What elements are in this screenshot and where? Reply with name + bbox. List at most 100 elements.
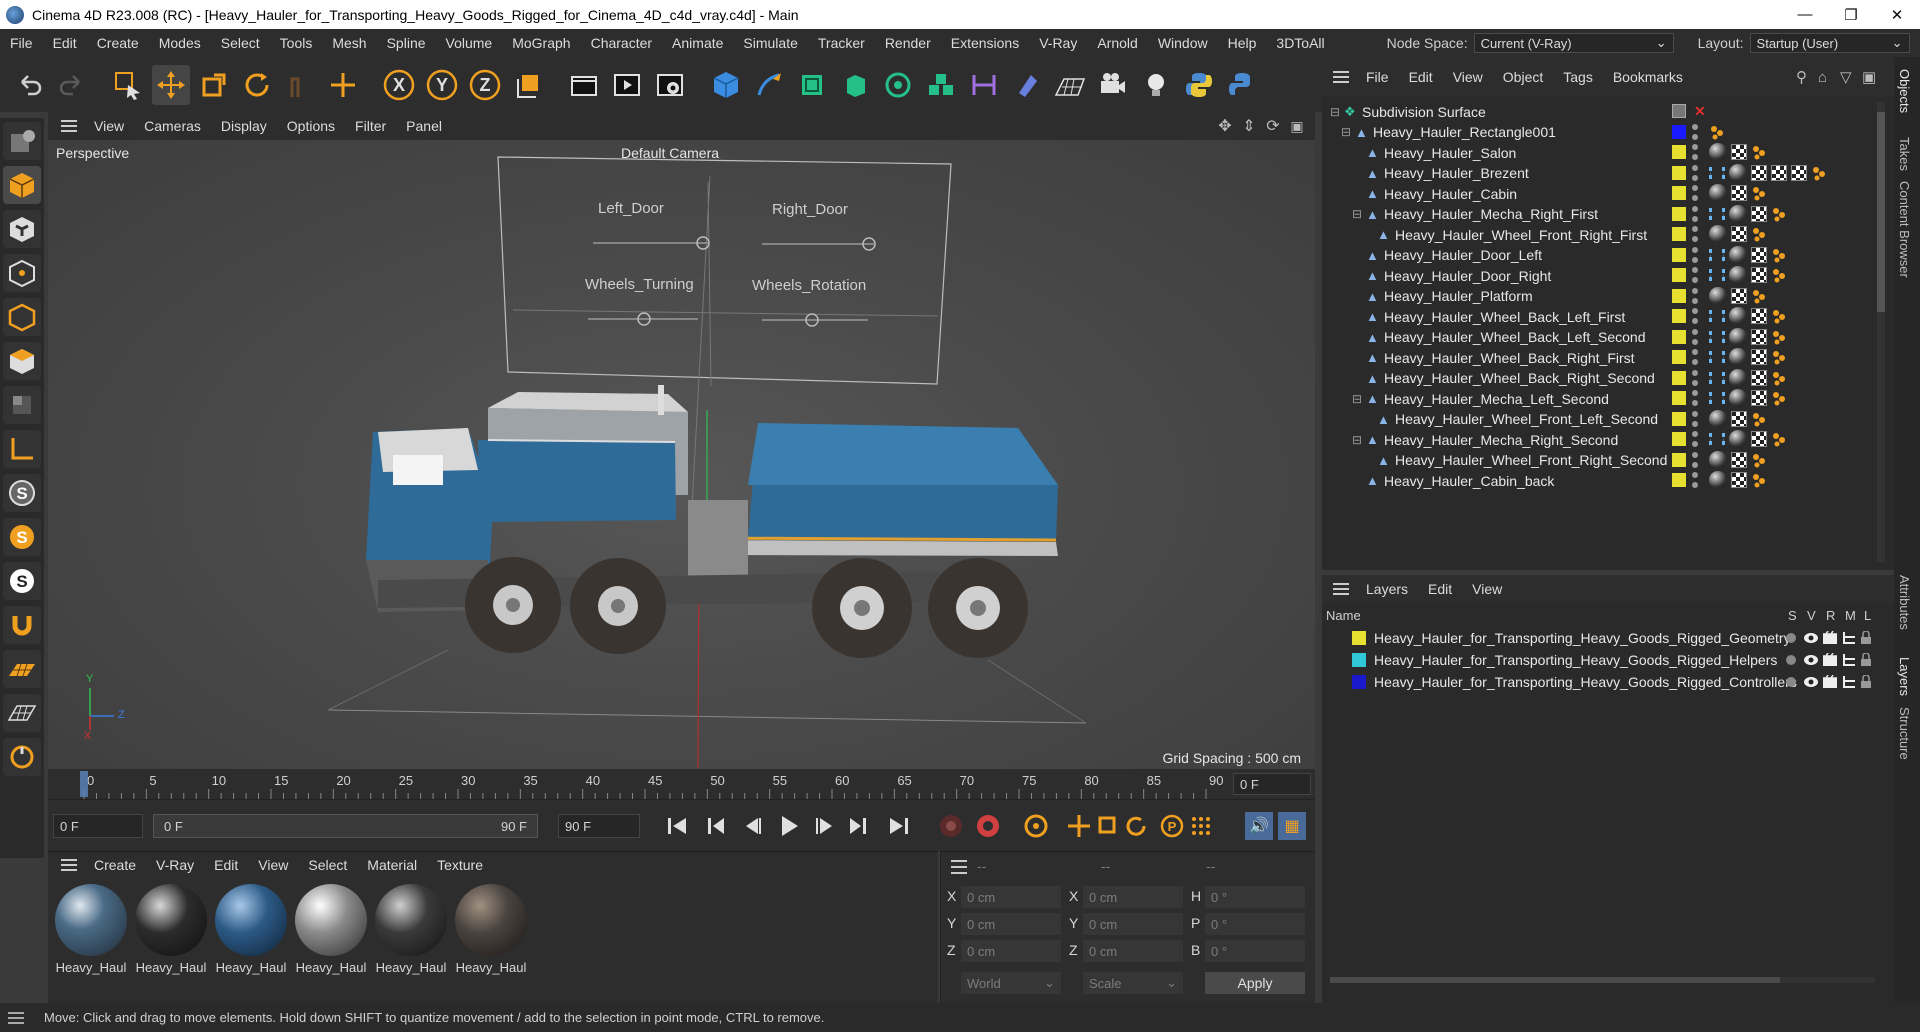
phong-tag-icon[interactable]: [1771, 390, 1787, 406]
menu-mograph[interactable]: MoGraph: [502, 35, 580, 51]
next-frame-icon[interactable]: [816, 818, 832, 834]
phong-tag-icon[interactable]: [1771, 349, 1787, 365]
visibility-dots-icon[interactable]: [1692, 123, 1698, 140]
menu-create[interactable]: Create: [87, 35, 149, 51]
auto-keying-icon[interactable]: [977, 815, 999, 837]
menu-simulate[interactable]: Simulate: [733, 35, 807, 51]
material-swatch[interactable]: Heavy_Haul: [373, 882, 449, 977]
layer-color-swatch[interactable]: [1672, 124, 1686, 139]
uvw-tag-icon[interactable]: [1751, 431, 1767, 447]
key-position-icon[interactable]: [1068, 815, 1090, 837]
uvw-tag-icon[interactable]: [1791, 164, 1807, 181]
go-to-end-icon[interactable]: [890, 818, 908, 834]
collapse-icon[interactable]: ⊟: [1352, 392, 1362, 406]
play-icon[interactable]: [782, 816, 798, 836]
cube-primitive-icon[interactable]: [707, 65, 745, 105]
object-list-scrollbar[interactable]: [1877, 102, 1885, 562]
material-tag-icon[interactable]: [1729, 245, 1747, 264]
material-swatch[interactable]: Heavy_Haul: [213, 882, 289, 977]
uvw-tag-icon[interactable]: [1771, 164, 1787, 181]
menu-mesh[interactable]: Mesh: [322, 35, 376, 51]
material-tag-icon[interactable]: [1729, 163, 1747, 182]
viewport-menu-display[interactable]: Display: [211, 118, 277, 134]
uvw-tag-icon[interactable]: [1751, 308, 1767, 324]
workplane-icon[interactable]: [3, 650, 41, 688]
pen-spline-icon[interactable]: [750, 65, 788, 105]
lock-icon[interactable]: [1860, 652, 1872, 670]
manager-tree-icon[interactable]: [1841, 631, 1857, 648]
phong-tag-icon[interactable]: [1751, 411, 1767, 427]
key-pla-icon[interactable]: [1192, 817, 1210, 835]
layer-color-swatch[interactable]: [1672, 145, 1686, 159]
material-menu-vray[interactable]: V-Ray: [146, 857, 204, 873]
material-swatch[interactable]: Heavy_Haul: [453, 882, 529, 977]
object-row[interactable]: ▲ Heavy_Hauler_Cabin_back: [1322, 468, 1880, 493]
phong-tag-icon[interactable]: [1771, 308, 1787, 324]
uvw-tag-icon[interactable]: [1751, 349, 1767, 365]
visibility-dots-icon[interactable]: [1692, 308, 1698, 324]
hamburger-menu-icon[interactable]: [1326, 57, 1356, 97]
rot-b-field[interactable]: 0 °: [1205, 940, 1305, 962]
make-editable-icon[interactable]: [3, 122, 41, 160]
snap-icon[interactable]: S: [3, 474, 41, 512]
floor-grid-icon[interactable]: [1051, 65, 1089, 105]
layer-row[interactable]: Heavy_Hauler_for_Transporting_Heavy_Good…: [1322, 627, 1882, 649]
menu-help[interactable]: Help: [1218, 35, 1267, 51]
visibility-dots-icon[interactable]: [1692, 267, 1698, 283]
hamburger-menu-icon[interactable]: [8, 1011, 24, 1024]
layer-color-swatch[interactable]: [1672, 473, 1686, 487]
light-icon[interactable]: [1137, 65, 1175, 105]
visibility-eye-icon[interactable]: [1803, 631, 1819, 648]
collapse-icon[interactable]: ⊟: [1352, 433, 1362, 447]
frame-range-slider[interactable]: 0 F 90 F: [153, 814, 538, 838]
visibility-eye-icon[interactable]: [1803, 653, 1819, 670]
hamburger-menu-icon[interactable]: [1326, 575, 1356, 603]
uvw-tag-icon[interactable]: [1731, 185, 1747, 201]
viewport-menu-options[interactable]: Options: [277, 118, 345, 134]
phong-tag-icon[interactable]: [1751, 185, 1767, 201]
visibility-dots-icon[interactable]: [1692, 185, 1698, 201]
control-left-door-label[interactable]: Left_Door: [598, 200, 664, 217]
solo-dot-icon[interactable]: [1784, 631, 1798, 648]
visibility-dots-icon[interactable]: [1692, 369, 1698, 386]
timeline-ruler[interactable]: 0 5 10 15 20 25 30 35 40 45 50 55 60 65 70 75 80 85 90 0 F: [48, 769, 1315, 799]
constraint-tag-icon[interactable]: [1709, 433, 1725, 445]
visibility-dots-icon[interactable]: [1692, 287, 1698, 304]
recent-tool-icon[interactable]: [281, 65, 319, 105]
layer-color-swatch[interactable]: [1672, 350, 1686, 364]
material-tag-icon[interactable]: [1709, 143, 1727, 161]
uvw-tag-icon[interactable]: [1751, 267, 1767, 283]
object-menu-bookmarks[interactable]: Bookmarks: [1603, 69, 1693, 85]
layer-color-swatch[interactable]: [1352, 675, 1366, 689]
material-swatch[interactable]: Heavy_Haul: [293, 882, 369, 977]
layer-color-swatch[interactable]: [1672, 309, 1686, 323]
phong-tag-icon[interactable]: [1771, 206, 1787, 222]
visibility-dots-icon[interactable]: [1692, 144, 1698, 160]
pos-x-field[interactable]: 0 cm: [961, 886, 1061, 908]
visibility-dots-icon[interactable]: [1692, 226, 1698, 242]
tab-structure[interactable]: Structure: [1897, 707, 1912, 760]
visibility-dots-icon[interactable]: [1692, 472, 1698, 488]
render-clapper-icon[interactable]: [1822, 630, 1838, 648]
key-parameter-icon[interactable]: P: [1160, 814, 1184, 838]
tab-takes[interactable]: Takes: [1897, 137, 1912, 171]
viewport-menu-filter[interactable]: Filter: [345, 118, 396, 134]
pos-z-field[interactable]: 0 cm: [961, 940, 1061, 962]
layer-color-swatch[interactable]: [1672, 452, 1686, 467]
material-swatch[interactable]: Heavy_Haul: [133, 882, 209, 977]
phong-tag-icon[interactable]: [1709, 124, 1725, 140]
viewport-menu-view[interactable]: View: [84, 118, 134, 134]
layout-select[interactable]: Startup (User) ⌄: [1749, 33, 1910, 53]
layer-color-swatch[interactable]: [1672, 411, 1686, 426]
object-menu-object[interactable]: Object: [1493, 69, 1553, 85]
search-icon[interactable]: ⚲: [1796, 68, 1818, 86]
material-menu-select[interactable]: Select: [298, 857, 357, 873]
material-menu-edit[interactable]: Edit: [204, 857, 248, 873]
bend-deformer-icon[interactable]: [965, 65, 1003, 105]
mograph-cloner-icon[interactable]: [879, 65, 917, 105]
phong-tag-icon[interactable]: [1751, 226, 1767, 242]
lock-icon[interactable]: [1860, 674, 1872, 692]
uvw-tag-icon[interactable]: [1731, 226, 1747, 242]
material-tag-icon[interactable]: [1729, 307, 1747, 325]
constraint-tag-icon[interactable]: [1709, 166, 1725, 179]
